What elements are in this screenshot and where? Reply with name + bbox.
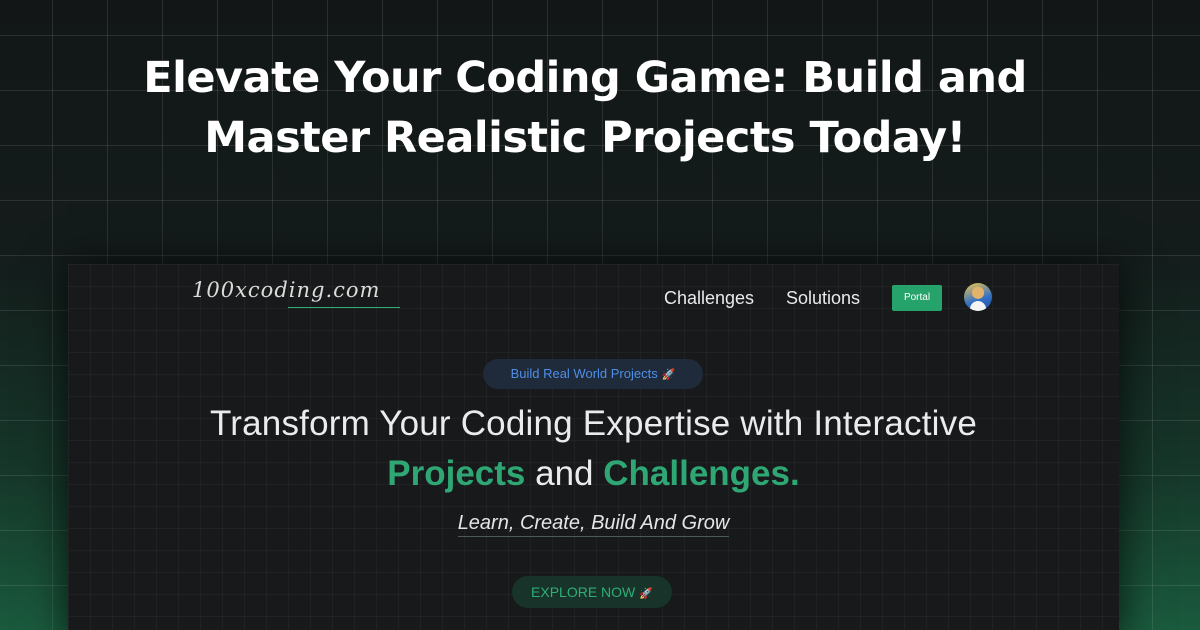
rocket-icon: 🚀 — [661, 369, 676, 381]
banner-headline-line-1: Elevate Your Coding Game: Build and — [143, 53, 1027, 103]
hero-highlight-projects: Projects — [387, 454, 526, 493]
hero-highlight-challenges: Challenges. — [603, 454, 800, 493]
hero-title-line-1: Transform Your Coding Expertise with Int… — [210, 404, 977, 443]
badge-label: Build Real World Projects — [510, 366, 658, 381]
site-logo[interactable]: 100xcoding.com — [192, 278, 380, 304]
explore-now-button[interactable]: EXPLORE NOW 🚀 — [512, 576, 672, 608]
logo-underline — [288, 307, 400, 308]
portal-button[interactable]: Portal — [892, 285, 942, 311]
banner-headline: Elevate Your Coding Game: Build and Mast… — [0, 48, 1200, 168]
website-preview: 100xcoding.com Challenges Solutions Port… — [68, 264, 1119, 630]
nav-link-challenges[interactable]: Challenges — [664, 288, 754, 309]
user-avatar-icon[interactable] — [964, 283, 992, 311]
badge-build-real-world-projects: Build Real World Projects 🚀 — [483, 359, 703, 389]
banner-headline-line-2: Master Realistic Projects Today! — [204, 113, 966, 163]
nav-link-solutions[interactable]: Solutions — [786, 288, 860, 309]
hero-tagline: Learn, Create, Build And Grow — [68, 512, 1119, 537]
navbar: 100xcoding.com Challenges Solutions Port… — [68, 264, 1119, 330]
hero-title-line-2: Projects and Challenges. — [68, 454, 1119, 494]
hero-and: and — [535, 454, 594, 493]
hero-tagline-text: Learn, Create, Build And Grow — [457, 512, 730, 537]
explore-now-label: EXPLORE NOW — [531, 584, 636, 600]
rocket-icon: 🚀 — [639, 588, 653, 600]
